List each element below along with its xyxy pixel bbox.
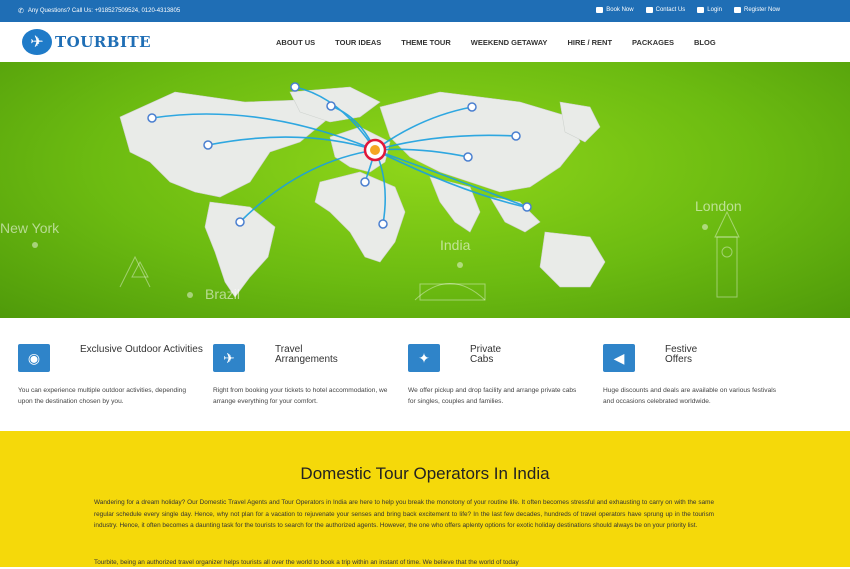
contact-us-link[interactable]: Contact Us — [645, 7, 685, 13]
domestic-tour-section: Domestic Tour Operators In India Wanderi… — [0, 431, 850, 567]
nav-weekend-getaway[interactable]: WEEKEND GETAWAY — [471, 38, 548, 47]
phone-icon: ✆ — [18, 8, 24, 15]
world-map-illustration — [32, 82, 740, 301]
hot-air-balloon-icon: ◉ — [18, 344, 50, 372]
city-label-new-york: New York — [0, 220, 60, 236]
feature-desc: You can experience multiple outdoor acti… — [18, 387, 187, 405]
main-header: ✈ TOURBITE ABOUT US TOUR IDEAS THEME TOU… — [0, 22, 850, 62]
compass-icon: ✦ — [408, 344, 440, 372]
intro-paragraph: Wandering for a dream holiday? Our Domes… — [94, 499, 714, 530]
feature-desc: Huge discounts and deals are available o… — [603, 387, 777, 405]
user-icon — [733, 7, 741, 13]
nav-tour-ideas[interactable]: TOUR IDEAS — [335, 38, 381, 47]
hero-banner: New York Brazil India London — [0, 62, 850, 318]
nav-about-us[interactable]: ABOUT US — [276, 38, 315, 47]
briefcase-icon — [596, 7, 604, 13]
nav-hire-rent[interactable]: HIRE / RENT — [567, 38, 612, 47]
feature-title: Private Cabs — [470, 344, 502, 365]
airplane-icon: ✈ — [213, 344, 245, 372]
book-now-link[interactable]: Book Now — [596, 7, 634, 13]
feature-desc: We offer pickup and drop facility and ar… — [408, 387, 577, 405]
feature-desc: Right from booking your tickets to hotel… — [213, 387, 388, 405]
megaphone-icon: ◀ — [603, 344, 635, 372]
features-section: ◉ Exclusive Outdoor Activities You can e… — [0, 318, 850, 431]
login-link[interactable]: Login — [697, 7, 722, 13]
nav-packages[interactable]: PACKAGES — [632, 38, 674, 47]
login-icon — [697, 7, 705, 13]
city-label-brazil: Brazil — [205, 286, 241, 302]
feature-title: Exclusive Outdoor Activities — [80, 344, 203, 355]
feature-title: Travel Arrangements — [275, 344, 338, 365]
phone-icon — [645, 7, 653, 13]
top-contact-bar: ✆ Any Questions? Call Us: +918527509524,… — [0, 0, 850, 22]
section-heading: Domestic Tour Operators In India — [300, 464, 550, 483]
contact-info: ✆ Any Questions? Call Us: +918527509524,… — [18, 7, 180, 15]
airplane-logo-icon: ✈ — [22, 29, 52, 55]
city-label-london: London — [695, 198, 742, 214]
top-links: Book Now Contact Us Login Register Now — [596, 7, 780, 13]
nav-theme-tour[interactable]: THEME TOUR — [401, 38, 450, 47]
city-label-india: India — [440, 237, 471, 253]
main-nav: ABOUT US TOUR IDEAS THEME TOUR WEEKEND G… — [276, 38, 736, 47]
feature-title: Festive Offers — [665, 344, 698, 365]
logo-text: TOURBITE — [55, 33, 152, 51]
contact-text: Any Questions? Call Us: +918527509524, 0… — [27, 8, 181, 14]
nav-blog[interactable]: BLOG — [694, 38, 716, 47]
register-link[interactable]: Register Now — [733, 7, 780, 13]
site-logo[interactable]: ✈ TOURBITE — [22, 29, 151, 55]
